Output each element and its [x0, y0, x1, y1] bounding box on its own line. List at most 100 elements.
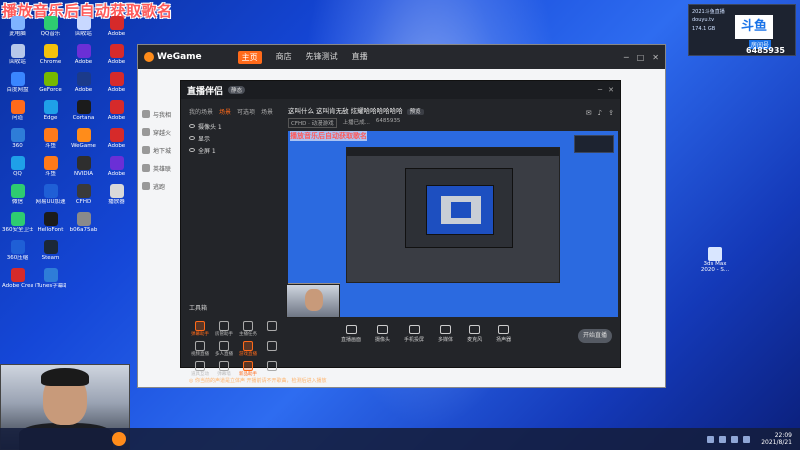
tab-scene-2[interactable]: 场景: [261, 107, 273, 116]
start-live-button[interactable]: 开始直播: [578, 329, 612, 343]
tool-button[interactable]: 多人直播: [213, 341, 235, 357]
desktop-icon[interactable]: WeGame: [68, 128, 99, 156]
zhibo-window: 直播伴侣 静态 ─ ✕ 我的场景 场景 可选项 场景 摄像头 1 显示 全屏 1…: [180, 80, 621, 384]
tab-live[interactable]: 直播: [352, 51, 368, 64]
desktop-icon[interactable]: Adobe: [101, 16, 132, 44]
desktop-icon[interactable]: HelloFont: [35, 212, 66, 240]
desktop-icon[interactable]: Adobe: [101, 128, 132, 156]
desktop-icon-label: Adobe: [74, 59, 93, 65]
sidebar-item[interactable]: 穿越火: [142, 123, 182, 141]
app-icon: [76, 44, 91, 58]
desktop-icon[interactable]: b06a75ab: [68, 212, 99, 240]
desktop-icon[interactable]: 回收站: [2, 44, 33, 72]
stream-info-header: 这叫什么 这叫肯无敌 炫耀哈哈哈哈哈哈 预览 CFHD · 动漫游戏 上播已成..…: [288, 105, 614, 128]
camera-button[interactable]: 摄像头: [375, 325, 390, 343]
desktop-icon[interactable]: QQ音乐: [35, 16, 66, 44]
sidebar-item[interactable]: 逃跑: [142, 177, 182, 195]
scene-item[interactable]: 全屏 1: [185, 144, 280, 156]
desktop-icon[interactable]: GeForce: [35, 72, 66, 100]
tool-button[interactable]: 弹幕墙: [213, 361, 235, 377]
sidebar-item[interactable]: 地下城: [142, 141, 182, 159]
scene-item[interactable]: 显示: [185, 132, 280, 144]
tab-store[interactable]: 商店: [276, 51, 292, 64]
desktop-icon[interactable]: 斗鱼: [35, 128, 66, 156]
screen-capture-button[interactable]: 直播画面: [341, 325, 361, 343]
eye-icon[interactable]: [189, 148, 195, 152]
preview-tag[interactable]: 预览: [406, 109, 424, 115]
desktop-icon[interactable]: 问道: [2, 100, 33, 128]
desktop-icon[interactable]: QQ: [2, 156, 33, 184]
desktop-icon-label: QQ音乐: [40, 31, 61, 37]
close-icon[interactable]: ✕: [652, 53, 659, 62]
desktop-icon[interactable]: 斗鱼: [35, 156, 66, 184]
desktop-icon[interactable]: 此电脑: [2, 16, 33, 44]
bell-icon[interactable]: ♪: [598, 109, 602, 117]
eye-icon[interactable]: [189, 136, 195, 140]
volume-icon[interactable]: [719, 435, 727, 443]
desktop-icon[interactable]: Adobe: [101, 100, 132, 128]
microphone-button[interactable]: 麦克风: [467, 325, 482, 343]
tab-beta[interactable]: 先锋测试: [306, 51, 338, 64]
desktop-icon-3dsmax[interactable]: 3ds Max 2020 - S...: [700, 247, 730, 273]
phone-cast-button[interactable]: 手机投屏: [404, 325, 424, 343]
desktop-icon[interactable]: Adobe: [68, 72, 99, 100]
desktop-icon: [101, 240, 132, 268]
tool-icon: [195, 361, 205, 371]
scene-item[interactable]: 摄像头 1: [185, 120, 280, 132]
input-method-icon[interactable]: [743, 435, 751, 443]
tool-button[interactable]: 道具互动: [189, 361, 211, 377]
desktop-icon[interactable]: 播放器: [101, 184, 132, 212]
desktop-icon[interactable]: 百度网盘: [2, 72, 33, 100]
category-label[interactable]: CFHD · 动漫游戏: [288, 118, 337, 128]
desktop-icon[interactable]: Chrome: [35, 44, 66, 72]
desktop-icon[interactable]: NVIDIA: [68, 156, 99, 184]
tool-button[interactable]: 弹幕助手: [189, 321, 211, 337]
desktop-icon[interactable]: Adobe: [101, 72, 132, 100]
tab-options[interactable]: 可选项: [237, 107, 255, 116]
tool-button[interactable]: 主播任务: [237, 321, 259, 337]
tool-button[interactable]: 房管助手: [213, 321, 235, 337]
tab-scene[interactable]: 场景: [219, 107, 231, 116]
close-icon[interactable]: ✕: [608, 86, 614, 94]
desktop-icon[interactable]: Adobe: [101, 44, 132, 72]
speaker-button[interactable]: 扬声器: [496, 325, 511, 343]
tool-button[interactable]: 新品助手: [237, 361, 259, 377]
tool-button[interactable]: [261, 361, 283, 377]
desktop-icon[interactable]: 微信: [2, 184, 33, 212]
eye-icon[interactable]: [189, 124, 195, 128]
maximize-icon[interactable]: □: [637, 53, 645, 62]
tool-button[interactable]: [261, 341, 283, 357]
desktop-icon[interactable]: CFHD: [68, 184, 99, 212]
sidebar-item[interactable]: 英雄联: [142, 159, 182, 177]
network-icon[interactable]: [707, 435, 715, 443]
desktop-icon[interactable]: 360安全卫士: [2, 212, 33, 240]
desktop-icon[interactable]: 360: [2, 128, 33, 156]
desktop-icon[interactable]: 360压缩: [2, 240, 33, 268]
tool-button[interactable]: 游戏直播: [237, 341, 259, 357]
clock[interactable]: 22:09 2021/8/21: [761, 432, 792, 446]
battery-icon[interactable]: [731, 435, 739, 443]
tool-button[interactable]: [261, 321, 283, 337]
tab-home[interactable]: 主页: [237, 50, 262, 64]
media-button[interactable]: 多媒体: [438, 325, 453, 343]
tool-icon: [243, 361, 253, 371]
game-icon: [142, 128, 150, 136]
tab-my-scenes[interactable]: 我的场景: [189, 107, 213, 116]
desktop-icon[interactable]: 回收站: [68, 16, 99, 44]
mail-icon[interactable]: ✉: [586, 109, 592, 117]
desktop-icon[interactable]: Edge: [35, 100, 66, 128]
minimize-icon[interactable]: ─: [624, 53, 629, 62]
minimize-icon[interactable]: ─: [598, 86, 602, 94]
sidebar-item[interactable]: 与我相: [142, 105, 182, 123]
share-icon[interactable]: ⇪: [608, 109, 614, 117]
tool-button[interactable]: 视频直播: [189, 341, 211, 357]
desktop-icon[interactable]: Cortana: [68, 100, 99, 128]
desktop-icon[interactable]: iTunes字幕助手: [35, 268, 66, 296]
desktop-icon[interactable]: Adobe: [101, 156, 132, 184]
desktop-icon[interactable]: Steam: [35, 240, 66, 268]
desktop-icon[interactable]: Adobe: [68, 44, 99, 72]
desktop-icon[interactable]: Adobe Creati...: [2, 268, 33, 296]
wegame-taskbar-icon[interactable]: [112, 432, 126, 446]
desktop-icon[interactable]: 网易UU加速: [35, 184, 66, 212]
desktop-icon-label: 微信: [11, 199, 23, 205]
